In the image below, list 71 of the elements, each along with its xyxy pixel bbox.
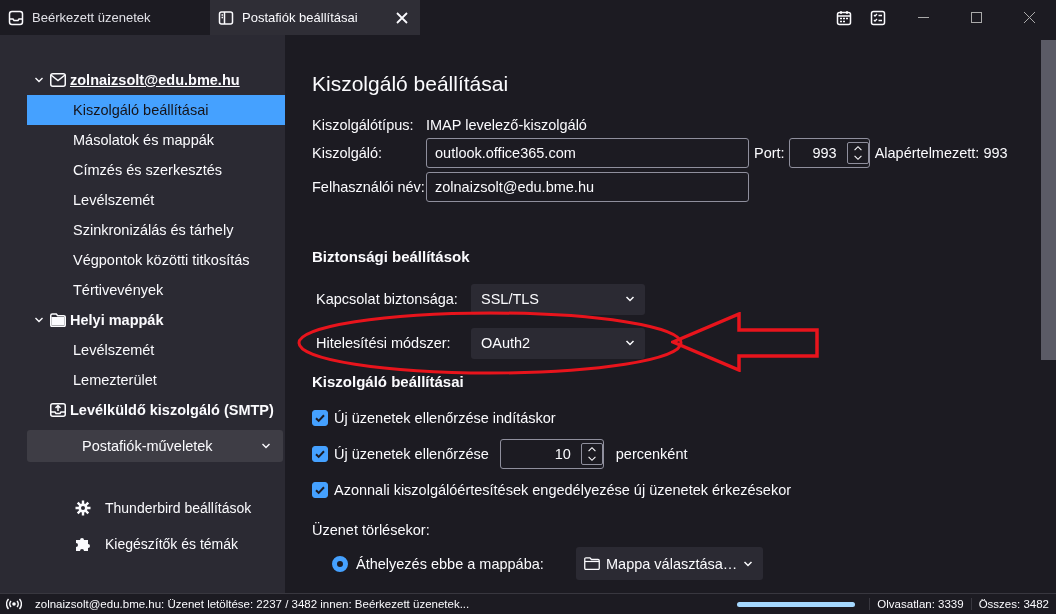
increment-icon[interactable] [586, 446, 597, 452]
inbox-icon [8, 9, 24, 26]
chevron-down-icon [625, 338, 635, 348]
chevron-down-icon[interactable] [34, 315, 44, 325]
field-label: Üzenet törlésekor: [312, 522, 431, 538]
decrement-icon[interactable] [852, 155, 863, 161]
sidebar-item[interactable]: Címzés és szerkesztés [27, 155, 285, 185]
section-heading: Kiszolgáló beállításai [312, 373, 465, 390]
account-item[interactable]: Levélküldő kiszolgáló (SMTP) [0, 395, 285, 425]
sidebar-item[interactable]: Másolatok és mappák [27, 125, 285, 155]
chevron-down-icon [625, 294, 635, 304]
puzzle-icon [75, 536, 91, 552]
outbox-icon [50, 403, 66, 417]
envelope-icon [50, 73, 66, 87]
sidebar-item[interactable]: Levélszemét [27, 185, 285, 215]
default-port-text: Alapértelmezett: 993 [874, 145, 1008, 161]
checkbox[interactable] [312, 410, 328, 426]
field-label: Kiszolgáló: [312, 145, 384, 161]
connection-security-dropdown[interactable]: SSL/TLS [471, 283, 645, 315]
calendar-icon[interactable] [836, 9, 852, 26]
unread-count: Olvasatlan: 3339 [869, 598, 971, 610]
maximize-icon[interactable] [971, 12, 982, 23]
sidebar-item[interactable]: Lemezterület [27, 365, 285, 395]
username-field[interactable]: zolnaizsolt@edu.bme.hu [426, 172, 749, 202]
scrollbar-thumb[interactable] [1041, 40, 1056, 360]
increment-icon[interactable] [852, 145, 863, 151]
folder-icon [584, 557, 600, 570]
account-item[interactable]: Helyi mappák [0, 305, 285, 335]
sidebar-item[interactable]: Tértivevények [27, 275, 285, 305]
field-label: Hitelesítési módszer: [316, 335, 452, 351]
folder-icon [50, 313, 66, 327]
gear-icon [75, 500, 91, 516]
interval-field[interactable]: 10 [499, 439, 604, 469]
field-label: Felhasználói név: [312, 179, 426, 195]
signal-icon [6, 598, 22, 610]
total-count: Összes: 3482 [970, 598, 1056, 610]
settings-link[interactable]: Kiegészítők és témák [75, 534, 285, 554]
sidebar-item[interactable]: Levélszemét [27, 335, 285, 365]
checkbox-label: Új üzenetek ellenőrzése indításkor [334, 410, 556, 426]
decrement-icon[interactable] [586, 456, 597, 462]
tab[interactable]: Beérkezett üzenetek [0, 0, 210, 35]
port-field[interactable]: 993 [788, 138, 870, 168]
panel-icon [218, 9, 234, 26]
checkbox-label: Új üzenetek ellenőrzése [334, 446, 489, 462]
checkbox[interactable] [312, 482, 328, 498]
field-value: IMAP levelező-kiszolgáló [426, 117, 587, 133]
radio-button[interactable] [332, 555, 348, 572]
sidebar-item[interactable]: Kiszolgáló beállításai [27, 95, 285, 125]
settings-link[interactable]: Thunderbird beállítások [75, 498, 285, 518]
chevron-down-icon [261, 441, 271, 451]
checkbox-label: Azonnali kiszolgálóértesítések engedélyezése új üzenetek érkezésekor [334, 482, 792, 498]
field-label: Kapcsolat biztonsága: [316, 291, 459, 307]
field-label: Port: [754, 145, 785, 161]
radio-label: Áthelyezés ebbe a mappába: [356, 555, 545, 572]
chevron-down-icon[interactable] [34, 75, 44, 85]
task-list-icon[interactable] [870, 9, 886, 26]
close-icon[interactable] [1024, 12, 1035, 23]
checkbox[interactable] [312, 446, 328, 462]
server-field[interactable]: outlook.office365.com [426, 138, 749, 168]
field-label: Kiszolgálótípus: [312, 117, 415, 133]
checkbox-label: percenként [615, 446, 688, 462]
sidebar-item[interactable]: Szinkronizálás és tárhely [27, 215, 285, 245]
status-text: zolnaizsolt@edu.bme.hu: Üzenet letöltése: 2237 / 3482 innen: Beérkezett üzenetek... [35, 598, 470, 610]
folder-picker-dropdown[interactable]: Mappa választása… [576, 547, 764, 580]
section-heading: Biztonsági beállítások [312, 248, 471, 265]
auth-method-dropdown[interactable]: OAuth2 [471, 327, 645, 359]
sidebar-item[interactable]: Végpontok közötti titkosítás [27, 245, 285, 275]
tab[interactable]: Postafiók beállításai [210, 0, 420, 35]
account-actions-button[interactable]: Postafiók-műveletek [27, 430, 283, 462]
account-item[interactable]: zolnaizsolt@edu.bme.hu [0, 65, 285, 95]
page-title: Kiszolgáló beállításai [312, 72, 510, 96]
